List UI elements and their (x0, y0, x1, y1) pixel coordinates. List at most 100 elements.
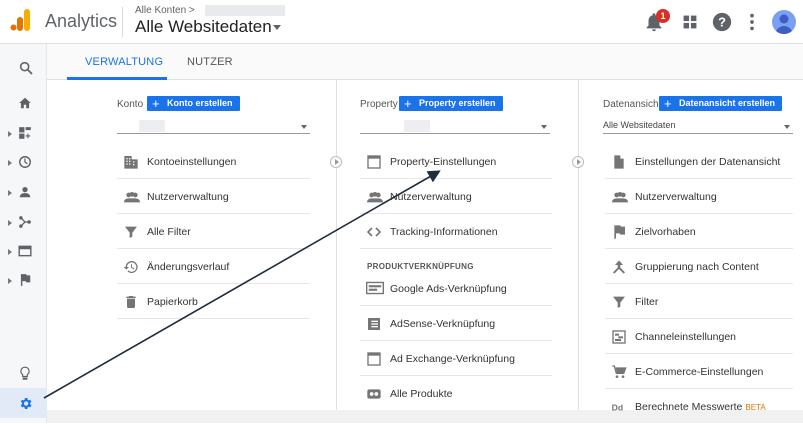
menu-item-label: Alle Produkte (390, 388, 453, 400)
menu-item-view-user-management[interactable]: Nutzerverwaltung (605, 180, 793, 214)
menu-item-label: Google Ads-Verknüpfung (390, 283, 507, 295)
menu-item-property-settings[interactable]: Property-Einstellungen (360, 145, 552, 179)
chevron-down-icon (301, 125, 307, 129)
product-linking-heading: PRODUKTVERKNÜPFUNG (367, 262, 474, 271)
konto-label: Konto (117, 99, 144, 110)
menu-item-all-products[interactable]: Alle Produkte (360, 377, 552, 411)
expand-arrow-icon (8, 160, 12, 166)
nav-discover[interactable] (0, 362, 47, 386)
search-icon (19, 61, 33, 75)
view-select[interactable]: Alle Websitedaten (603, 120, 793, 134)
menu-item-property-user-management[interactable]: Nutzerverwaltung (360, 180, 552, 214)
menu-item-user-management[interactable]: Nutzerverwaltung (117, 180, 310, 214)
nav-realtime[interactable] (0, 151, 47, 175)
nav-search[interactable] (0, 56, 47, 80)
menu-item-trash[interactable]: Papierkorb (117, 285, 310, 319)
view-select-value: Alle Websitedaten (603, 120, 676, 130)
column-separator (336, 80, 337, 410)
menu-item-label: AdSense-Verknüpfung (390, 318, 496, 330)
account-name-redacted (205, 5, 285, 16)
menu-item-ad-exchange-link[interactable]: Ad Exchange-Verknüpfung (360, 342, 552, 376)
people-icon (124, 192, 140, 203)
chevron-down-icon[interactable] (273, 25, 281, 30)
plus-icon: + (664, 96, 672, 111)
chevron-down-icon (784, 125, 790, 129)
menu-item-label: Nutzerverwaltung (635, 191, 717, 203)
menu-item-view-settings[interactable]: Einstellungen der Datenansicht (605, 145, 793, 179)
menu-item-channel-settings[interactable]: Channeleinstellungen (605, 320, 793, 354)
create-property-label: Property erstellen (419, 98, 496, 108)
tab-verwaltung[interactable]: VERWALTUNG (85, 56, 163, 68)
plus-icon: + (404, 96, 412, 111)
user-avatar-icon (775, 14, 793, 34)
menu-item-content-grouping[interactable]: Gruppierung nach Content (605, 250, 793, 284)
plus-icon: + (152, 96, 160, 111)
tab-nutzer[interactable]: NUTZER (187, 56, 233, 68)
clock-icon (19, 156, 31, 168)
property-value-redacted (404, 120, 430, 132)
flag-icon (20, 274, 31, 286)
menu-item-label: Filter (635, 296, 659, 308)
menu-item-label: Property-Einstellungen (390, 156, 497, 168)
cart-icon (612, 365, 627, 378)
google-ads-icon (366, 281, 384, 295)
menu-item-calculated-metrics[interactable]: Dd Berechnete Messwerte BETA (605, 390, 793, 424)
menu-item-label: Channeleinstellungen (635, 331, 736, 343)
column-arrow-icon (572, 156, 584, 168)
app-title: Analytics (45, 11, 118, 31)
calculated-metrics-label: Berechnete Messwerte (635, 401, 743, 413)
column-separator (578, 80, 579, 410)
more-vert-icon[interactable] (741, 11, 763, 33)
nav-behavior[interactable] (0, 240, 47, 264)
expand-arrow-icon (8, 220, 12, 226)
nav-acquisition[interactable] (0, 211, 47, 235)
menu-item-label: Zielvorhaben (635, 226, 696, 238)
create-property-button[interactable]: + Property erstellen (399, 96, 503, 111)
building-icon (124, 156, 138, 169)
analytics-logo[interactable] (10, 8, 32, 32)
menu-item-ecommerce-settings[interactable]: E-Commerce-Einstellungen (605, 355, 793, 389)
view-selector[interactable]: Alle Websitedaten (135, 17, 272, 37)
menu-item-label: Ad Exchange-Verknüpfung (390, 353, 515, 365)
menu-item-google-ads-link[interactable]: Google Ads-Verknüpfung (360, 272, 552, 306)
account-value-redacted (139, 120, 165, 132)
account-select[interactable] (117, 120, 310, 134)
menu-item-label: Nutzerverwaltung (390, 191, 472, 203)
grouping-icon (613, 260, 625, 274)
svg-text:Dd: Dd (612, 402, 624, 412)
filter-icon (613, 296, 625, 308)
account-breadcrumb[interactable]: Alle Konten > (135, 5, 195, 16)
apps-grid-icon[interactable] (679, 11, 701, 33)
menu-item-goals[interactable]: Zielvorhaben (605, 215, 793, 249)
menu-item-label: Berechnete Messwerte BETA (635, 401, 766, 413)
trash-icon (126, 296, 136, 308)
nav-conversions[interactable] (0, 269, 47, 293)
menu-item-adsense-link[interactable]: AdSense-Verknüpfung (360, 307, 552, 341)
property-select[interactable] (360, 120, 550, 134)
create-view-button[interactable]: + Datenansicht erstellen (659, 96, 783, 111)
create-account-label: Konto erstellen (167, 98, 233, 108)
people-icon (367, 192, 383, 203)
chevron-down-icon (541, 125, 547, 129)
menu-item-all-filters[interactable]: Alle Filter (117, 215, 310, 249)
expand-arrow-icon (8, 131, 12, 137)
menu-item-view-filters[interactable]: Filter (605, 285, 793, 319)
menu-item-tracking-info[interactable]: Tracking-Informationen (360, 215, 552, 249)
create-view-label: Datenansicht erstellen (679, 98, 776, 108)
link-icon (367, 389, 381, 399)
menu-item-account-settings[interactable]: Kontoeinstellungen (117, 145, 310, 179)
nav-admin[interactable] (0, 392, 47, 416)
nav-customization[interactable] (0, 122, 47, 146)
menu-item-change-history[interactable]: Änderungsverlauf (117, 250, 310, 284)
nav-audience[interactable] (0, 181, 47, 205)
avatar[interactable] (772, 10, 796, 34)
people-icon (612, 192, 628, 203)
top-bar: Analytics Alle Konten > Alle Websitedate… (0, 0, 803, 44)
beta-badge: BETA (745, 403, 766, 412)
help-icon[interactable]: ? (711, 11, 733, 33)
create-account-button[interactable]: + Konto erstellen (147, 96, 240, 111)
window-icon (367, 155, 381, 169)
nav-home[interactable] (0, 92, 47, 116)
lightbulb-icon (20, 366, 30, 380)
menu-item-label: Papierkorb (147, 296, 198, 308)
